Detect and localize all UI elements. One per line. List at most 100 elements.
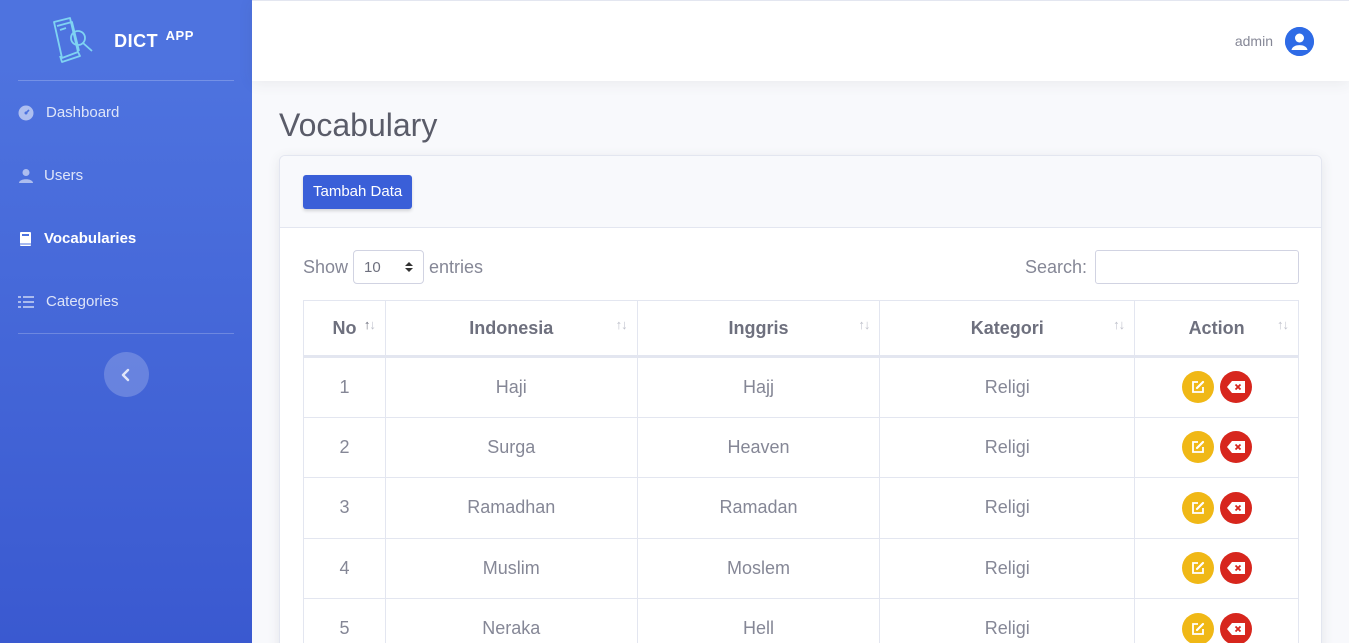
edit-button[interactable] — [1181, 612, 1214, 643]
table-row: 4 Muslim Moslem Religi — [303, 537, 1299, 599]
table-row: 1 Haji Hajj Religi — [303, 356, 1299, 418]
gauge-icon — [18, 105, 34, 120]
search-label: Search: — [1024, 256, 1087, 277]
dictionary-logo-icon — [53, 17, 93, 63]
column-header-kategori[interactable]: Kategori ↑↓ — [879, 300, 1136, 358]
sort-icon: ↑↓ — [858, 317, 870, 332]
delete-button[interactable] — [1219, 612, 1252, 643]
backspace-icon — [1226, 441, 1245, 454]
row-actions — [1135, 431, 1298, 464]
sidebar-item-users[interactable]: Users — [0, 144, 252, 207]
cell-no: 3 — [303, 477, 386, 539]
cell-indonesia: Ramadhan — [384, 477, 638, 539]
user-icon — [19, 168, 33, 183]
delete-button[interactable] — [1219, 431, 1252, 464]
cell-no: 5 — [303, 598, 386, 643]
cell-kategori: Religi — [879, 598, 1136, 643]
edit-button[interactable] — [1181, 552, 1214, 585]
add-data-button[interactable]: Tambah Data — [303, 174, 413, 209]
cell-action — [1134, 416, 1299, 478]
delete-button[interactable] — [1219, 552, 1252, 585]
user-circle-icon — [1285, 26, 1314, 56]
sidebar: DICT APP Dashboard Users Vocabularies Ca… — [0, 0, 252, 643]
backspace-icon — [1226, 501, 1245, 514]
cell-action — [1134, 356, 1299, 418]
sidebar-item-label: Users — [44, 167, 84, 184]
cell-inggris: Hajj — [636, 356, 881, 418]
cell-indonesia: Haji — [384, 356, 638, 418]
cell-inggris: Hell — [636, 598, 881, 643]
row-actions — [1135, 612, 1298, 643]
user-avatar[interactable] — [1285, 26, 1314, 56]
backspace-icon — [1226, 622, 1245, 635]
brand[interactable]: DICT APP — [0, 0, 252, 80]
edit-icon — [1191, 381, 1204, 394]
column-header-indonesia[interactable]: Indonesia ↑↓ — [384, 300, 638, 358]
cell-no: 1 — [303, 356, 386, 418]
sidebar-item-vocabularies[interactable]: Vocabularies — [0, 207, 252, 270]
show-label: Show — [303, 256, 349, 277]
table-body: 1 Haji Hajj Religi 2 Surga Heaven Religi 3 Ramadh… — [303, 356, 1299, 643]
sidebar-toggle-button[interactable] — [103, 352, 149, 397]
user-name[interactable]: admin — [1235, 33, 1273, 49]
cell-inggris: Ramadan — [636, 477, 881, 539]
row-actions — [1135, 371, 1298, 404]
edit-icon — [1191, 562, 1204, 575]
table-row: 2 Surga Heaven Religi — [303, 416, 1299, 478]
delete-button[interactable] — [1219, 491, 1252, 524]
cell-inggris: Heaven — [636, 416, 881, 478]
sidebar-item-label: Dashboard — [46, 104, 120, 121]
cell-no: 2 — [303, 416, 386, 478]
sidebar-item-label: Categories — [46, 293, 119, 310]
delete-button[interactable] — [1219, 371, 1252, 404]
sort-icon: ↑↓ — [1113, 317, 1125, 332]
cell-kategori: Religi — [879, 477, 1136, 539]
select-arrows-icon — [405, 262, 414, 272]
edit-icon — [1191, 501, 1204, 514]
cell-kategori: Religi — [879, 537, 1136, 599]
cell-action — [1134, 477, 1299, 539]
search-control: Search: — [1025, 250, 1299, 284]
edit-icon — [1191, 441, 1204, 454]
topbar: admin — [252, 0, 1349, 81]
cell-kategori: Religi — [879, 356, 1136, 418]
table-row: 3 Ramadhan Ramadan Religi — [303, 477, 1299, 539]
entries-control: Show 10 entries — [303, 250, 483, 284]
vocabulary-table: No ↑↓ Indonesia ↑↓ Inggris ↑↓ Kategori ↑↓ Ac… — [303, 300, 1299, 643]
sort-icon: ↑↓ — [615, 317, 628, 332]
entries-value: 10 — [364, 258, 381, 276]
cell-indonesia: Neraka — [384, 598, 638, 643]
backspace-icon — [1226, 381, 1245, 394]
cell-action — [1134, 598, 1299, 643]
column-header-inggris[interactable]: Inggris ↑↓ — [636, 300, 881, 358]
brand-name: DICT APP — [114, 28, 194, 51]
sidebar-item-dashboard[interactable]: Dashboard — [0, 81, 252, 144]
cell-kategori: Religi — [879, 416, 1136, 478]
edit-button[interactable] — [1181, 371, 1214, 404]
book-icon — [20, 231, 31, 246]
list-icon — [18, 295, 34, 308]
column-header-action[interactable]: Action ↑↓ — [1134, 300, 1299, 358]
search-input[interactable] — [1095, 250, 1299, 284]
sidebar-item-label: Vocabularies — [44, 230, 137, 247]
row-actions — [1135, 552, 1298, 585]
page-title: Vocabulary — [279, 107, 438, 143]
cell-action — [1134, 537, 1299, 599]
cell-inggris: Moslem — [636, 537, 881, 599]
sort-icon: ↑↓ — [1277, 317, 1289, 332]
edit-icon — [1191, 622, 1204, 635]
entries-label: entries — [429, 256, 484, 277]
cell-indonesia: Muslim — [384, 537, 638, 599]
sidebar-item-categories[interactable]: Categories — [0, 270, 252, 333]
edit-button[interactable] — [1181, 431, 1214, 464]
table-controls: Show 10 entries Search: — [303, 250, 1299, 284]
sidebar-toggle-wrap — [0, 334, 252, 397]
sort-asc-icon: ↑↓ — [363, 317, 376, 332]
table-header-row: No ↑↓ Indonesia ↑↓ Inggris ↑↓ Kategori ↑↓ Ac… — [303, 300, 1299, 358]
column-header-no[interactable]: No ↑↓ — [303, 300, 386, 358]
chevron-left-icon — [121, 368, 130, 381]
entries-select[interactable]: 10 — [353, 250, 425, 284]
edit-button[interactable] — [1181, 491, 1214, 524]
backspace-icon — [1226, 562, 1245, 575]
cell-no: 4 — [303, 537, 386, 599]
